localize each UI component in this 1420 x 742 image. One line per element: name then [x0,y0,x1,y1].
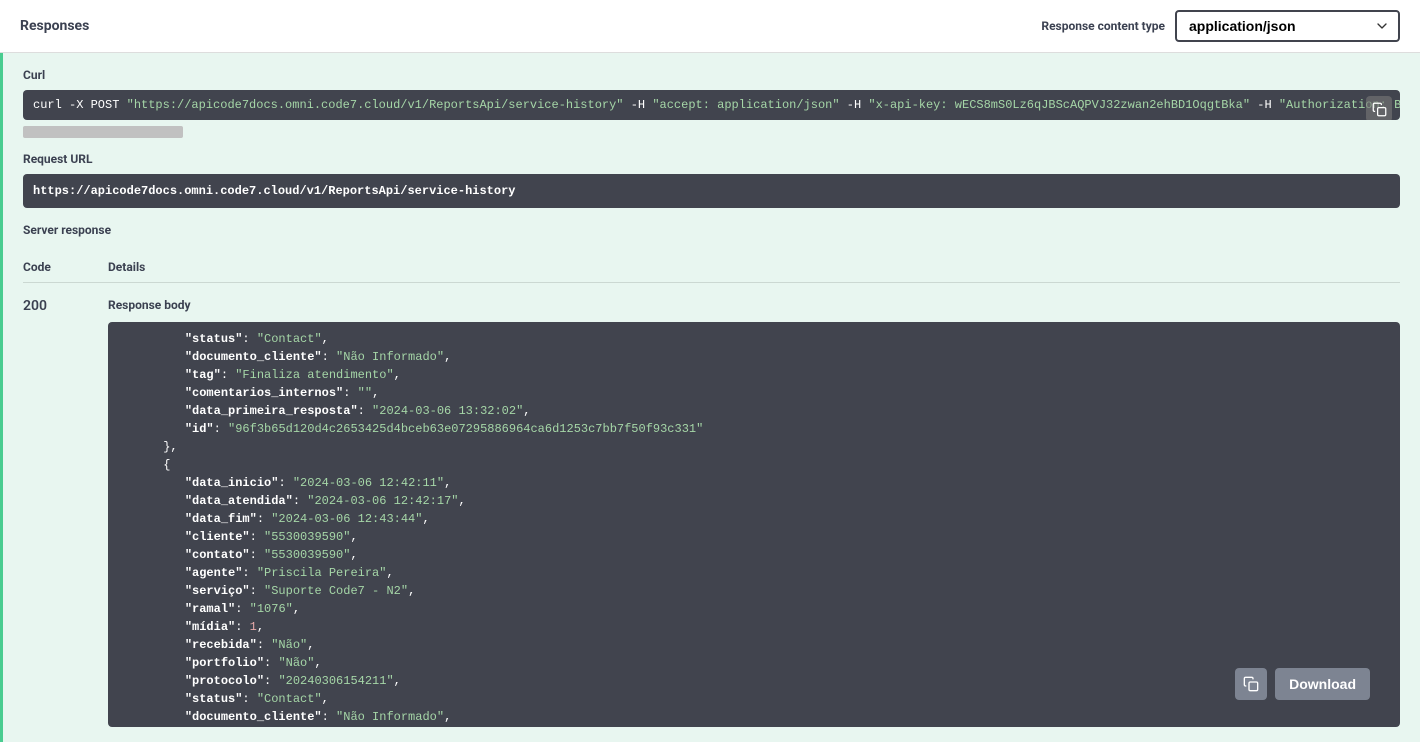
responses-title: Responses [20,18,89,34]
curl-scrollbar[interactable] [23,124,1400,140]
clipboard-icon [1243,676,1259,692]
content-type-select[interactable]: application/json [1175,10,1400,42]
response-panel: Curl curl -X POST "https://apicode7docs.… [0,53,1420,742]
request-url-label: Request URL [23,152,1400,166]
json-content: "status": "Contact", "documento_cliente"… [120,330,1388,727]
response-row: 200 Response body "status": "Contact", "… [23,298,1400,727]
body-action-buttons: Download [1235,668,1370,700]
clipboard-icon [1372,102,1387,117]
content-type-label: Response content type [1041,19,1165,33]
response-body-block[interactable]: "status": "Contact", "documento_cliente"… [108,322,1400,727]
details-column-header: Details [108,260,145,274]
responses-header: Responses Response content type applicat… [0,0,1420,53]
curl-copy-button[interactable] [1366,96,1392,120]
code-column-header: Code [23,260,108,274]
content-type-wrap: Response content type application/json [1041,10,1400,42]
curl-label: Curl [23,68,1400,82]
request-url-text: https://apicode7docs.omni.code7.cloud/v1… [33,184,515,198]
curl-content: curl -X POST "https://apicode7docs.omni.… [33,98,1390,112]
copy-body-button[interactable] [1235,668,1267,700]
status-code: 200 [23,298,108,727]
request-url-block[interactable]: https://apicode7docs.omni.code7.cloud/v1… [23,174,1400,208]
download-button[interactable]: Download [1275,668,1370,700]
server-response-label: Server response [23,223,1400,237]
curl-block[interactable]: curl -X POST "https://apicode7docs.omni.… [23,90,1400,120]
response-body-label: Response body [108,298,1400,312]
details-cell: Response body "status": "Contact", "docu… [108,298,1400,727]
response-table-header: Code Details [23,252,1400,283]
curl-scrollbar-thumb[interactable] [23,126,183,138]
